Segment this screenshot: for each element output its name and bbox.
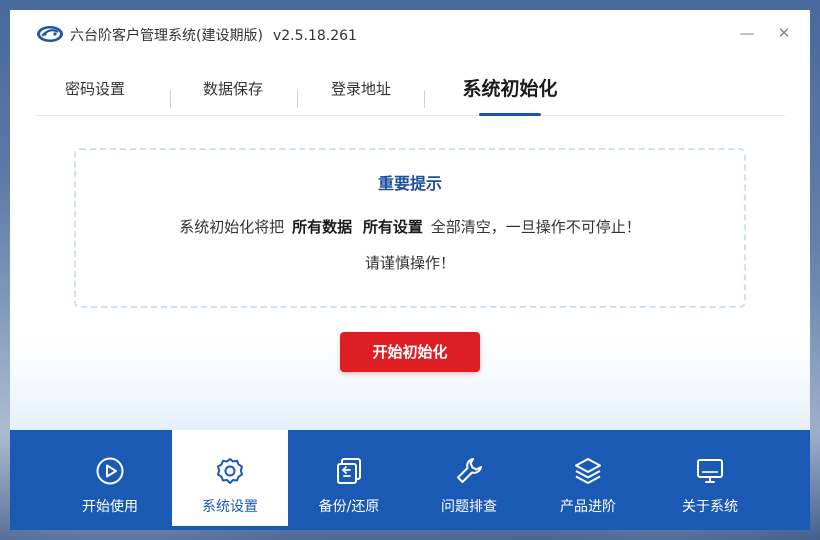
monitor-icon (697, 459, 723, 483)
nav-item-product-advance[interactable]: 产品进阶 (530, 430, 646, 530)
notice-title: 重要提示 (377, 174, 442, 193)
app-logo-icon (37, 26, 63, 42)
notice-text-prefix: 系统初始化将把 (179, 218, 285, 236)
tab-divider (297, 90, 298, 108)
wrench-icon (457, 458, 482, 483)
nav-label: 问题排查 (441, 499, 497, 515)
minimize-button[interactable]: — (736, 22, 758, 44)
play-icon (96, 457, 124, 485)
app-window: 六台阶客户管理系统(建设期版) v2.5.18.261 — ✕ 密码设置 数据保存… (10, 10, 810, 530)
tab-login-address[interactable]: 登录地址 (315, 68, 407, 115)
nav-label: 开始使用 (82, 499, 138, 515)
start-initialization-button[interactable]: 开始初始化 (340, 332, 480, 372)
title-bar: 六台阶客户管理系统(建设期版) v2.5.18.261 — ✕ (10, 10, 810, 58)
tab-data-save[interactable]: 数据保存 (187, 68, 279, 115)
window-title: 六台阶客户管理系统(建设期版) v2.5.18.261 (70, 25, 357, 45)
settings-tabs: 密码设置 数据保存 登录地址 系统初始化 (35, 68, 785, 116)
layers-icon (575, 458, 601, 484)
nav-item-backup-restore[interactable]: 备份/还原 (291, 430, 407, 530)
tab-system-init[interactable]: 系统初始化 (440, 68, 580, 116)
warning-notice-box: 重要提示 系统初始化将把 所有数据 所有设置 全部清空，一旦操作不可停止！ 请谨… (74, 148, 746, 308)
notice-bold-all-data: 所有数据 (292, 218, 353, 236)
app-name: 六台阶客户管理系统(建设期版) (70, 28, 263, 44)
nav-label: 关于系统 (682, 499, 738, 515)
gear-icon (217, 458, 243, 484)
nav-label: 产品进阶 (560, 499, 616, 515)
notice-text-suffix: 全部清空，一旦操作不可停止！ (430, 218, 641, 236)
backup-restore-icon (337, 458, 361, 484)
close-button[interactable]: ✕ (773, 22, 795, 44)
nav-item-about-system[interactable]: 关于系统 (652, 430, 768, 530)
notice-bold-all-settings: 所有设置 (362, 218, 423, 236)
notice-warning-text: 系统初始化将把 所有数据 所有设置 全部清空，一旦操作不可停止！ (76, 216, 744, 237)
tab-password-settings[interactable]: 密码设置 (49, 68, 141, 115)
tab-divider (424, 90, 425, 108)
nav-label: 系统设置 (202, 499, 258, 515)
bottom-navigation: 开始使用 系统设置 备份/还原 问题排查 产品进阶 关于系统 (10, 430, 810, 530)
notice-caution-text: 请谨慎操作！ (364, 254, 455, 272)
nav-item-troubleshoot[interactable]: 问题排查 (411, 430, 527, 530)
tab-divider (170, 90, 171, 108)
nav-item-system-settings[interactable]: 系统设置 (172, 430, 288, 530)
nav-item-start-using[interactable]: 开始使用 (52, 430, 168, 530)
app-version: v2.5.18.261 (272, 28, 357, 44)
nav-label: 备份/还原 (318, 499, 380, 515)
